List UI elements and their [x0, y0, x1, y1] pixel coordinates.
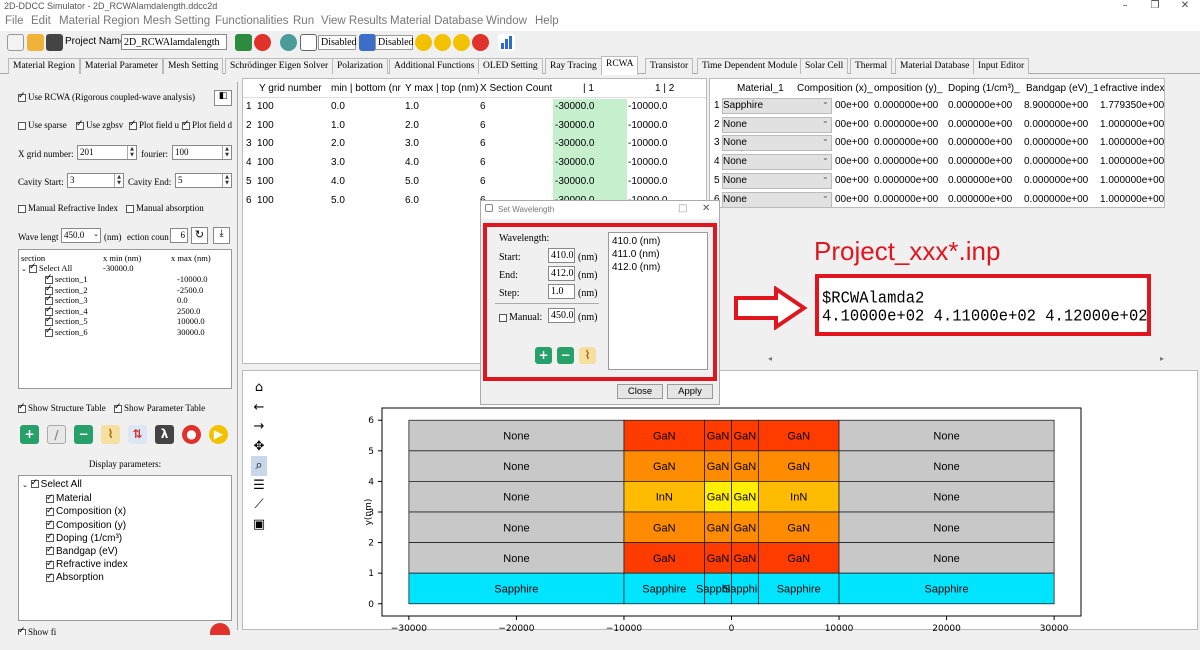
region-label: None: [503, 553, 529, 565]
apply-button[interactable]: Apply: [667, 384, 713, 399]
x-tick-label: −20000: [498, 624, 534, 634]
region-label: None: [503, 492, 529, 504]
y-tick-label: 4: [368, 477, 374, 487]
region-label: GaN: [653, 522, 676, 534]
region-label: None: [503, 522, 529, 534]
region-label: Sapphire: [777, 583, 821, 595]
region-label: GaN: [734, 431, 757, 443]
dialog-maximize-icon[interactable]: □: [678, 203, 687, 214]
region-label: None: [933, 461, 959, 473]
y-tick-label: 0: [368, 600, 374, 610]
y-tick-label: 2: [368, 539, 374, 549]
y-axis-label: y(nm): [364, 499, 374, 526]
region-label: GaN: [707, 492, 730, 504]
region-label: None: [503, 461, 529, 473]
y-tick-label: 1: [368, 569, 374, 579]
region-label: None: [933, 431, 959, 443]
region-label: GaN: [707, 553, 730, 565]
x-tick-label: −10000: [606, 624, 642, 634]
dialog-titlebar: Set Wavelength □ ✕: [481, 201, 719, 219]
x-tick-label: −30000: [391, 624, 427, 634]
dialog-title: Set Wavelength: [498, 205, 555, 214]
dialog-app-icon: [485, 204, 493, 212]
region-label: None: [933, 522, 959, 534]
y-tick-label: 5: [368, 447, 374, 457]
region-label: Sapphire: [494, 583, 538, 595]
region-label: GaN: [653, 431, 676, 443]
annotation-arrow-icon: [734, 286, 808, 330]
region-label: GaN: [653, 461, 676, 473]
region-label: GaN: [734, 461, 757, 473]
region-label: GaN: [734, 522, 757, 534]
region-label: None: [933, 553, 959, 565]
inp-line-1: $RCWAlamda2: [822, 289, 925, 308]
x-tick-label: 20000: [932, 624, 961, 634]
close-button[interactable]: Close: [617, 384, 663, 399]
inp-line-2: 4.10000e+02 4.11000e+02 4.12000e+02: [822, 306, 1148, 326]
region-label: GaN: [734, 553, 757, 565]
x-tick-label: 30000: [1040, 624, 1069, 634]
dialog-close-icon[interactable]: ✕: [702, 203, 710, 214]
region-label: InN: [656, 492, 673, 504]
region-label: None: [503, 431, 529, 443]
region-label: Sapphire: [642, 583, 686, 595]
region-label: InN: [790, 492, 807, 504]
region-label: Sapphire: [925, 583, 969, 595]
region-label: GaN: [787, 461, 810, 473]
region-label: GaN: [707, 461, 730, 473]
x-tick-label: 0: [729, 624, 735, 634]
region-label: None: [933, 492, 959, 504]
annotation-file-title: Project_xxx*.inp: [814, 236, 1001, 266]
region-label: GaN: [787, 553, 810, 565]
region-label: GaN: [734, 492, 757, 504]
inp-file-excerpt: $RCWAlamda2 4.10000e+02 4.11000e+02 4.12…: [815, 274, 1151, 336]
region-label: GaN: [653, 553, 676, 565]
dialog-highlight-frame: [483, 223, 717, 381]
region-label: GaN: [707, 431, 730, 443]
y-tick-label: 6: [368, 416, 374, 426]
x-tick-label: 10000: [825, 624, 854, 634]
region-label: GaN: [787, 431, 810, 443]
region-label: GaN: [707, 522, 730, 534]
region-label: GaN: [787, 522, 810, 534]
